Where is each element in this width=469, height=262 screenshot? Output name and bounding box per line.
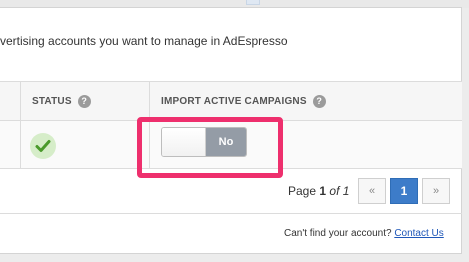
toggle-knob[interactable] bbox=[162, 128, 206, 156]
status-header-label: STATUS bbox=[32, 96, 72, 107]
page-prefix: Page bbox=[288, 184, 317, 198]
import-header-label: IMPORT ACTIVE CAMPAIGNS bbox=[161, 96, 307, 107]
page-total: of 1 bbox=[329, 184, 350, 198]
table-header: STATUS ? IMPORT ACTIVE CAMPAIGNS ? bbox=[0, 81, 462, 121]
page-1-button[interactable]: 1 bbox=[390, 178, 418, 204]
next-page-button[interactable]: » bbox=[422, 178, 450, 204]
column-divider bbox=[20, 82, 21, 120]
pagination-row: Page 1 of 1 « 1 » bbox=[0, 170, 462, 214]
column-header-status: STATUS ? bbox=[32, 95, 91, 108]
pagination: « 1 » bbox=[358, 178, 450, 204]
intro-text: vertising accounts you want to manage in… bbox=[0, 34, 288, 48]
toggle-label: No bbox=[206, 128, 246, 156]
question-icon[interactable]: ? bbox=[77, 95, 91, 108]
top-tab-edge bbox=[246, 0, 260, 5]
question-icon[interactable]: ? bbox=[312, 95, 326, 108]
check-icon bbox=[30, 133, 56, 159]
page-indicator: Page 1 of 1 bbox=[288, 184, 349, 198]
page-current: 1 bbox=[319, 184, 327, 198]
column-divider bbox=[20, 121, 21, 168]
footer-help: Can't find your account? Contact Us bbox=[284, 228, 444, 239]
column-header-import: IMPORT ACTIVE CAMPAIGNS ? bbox=[161, 95, 326, 108]
column-divider bbox=[149, 82, 150, 120]
prev-page-button[interactable]: « bbox=[358, 178, 386, 204]
footer-question: Can't find your account? bbox=[284, 228, 392, 239]
import-active-campaigns-toggle[interactable]: No bbox=[161, 127, 247, 157]
contact-us-link[interactable]: Contact Us bbox=[394, 228, 443, 239]
